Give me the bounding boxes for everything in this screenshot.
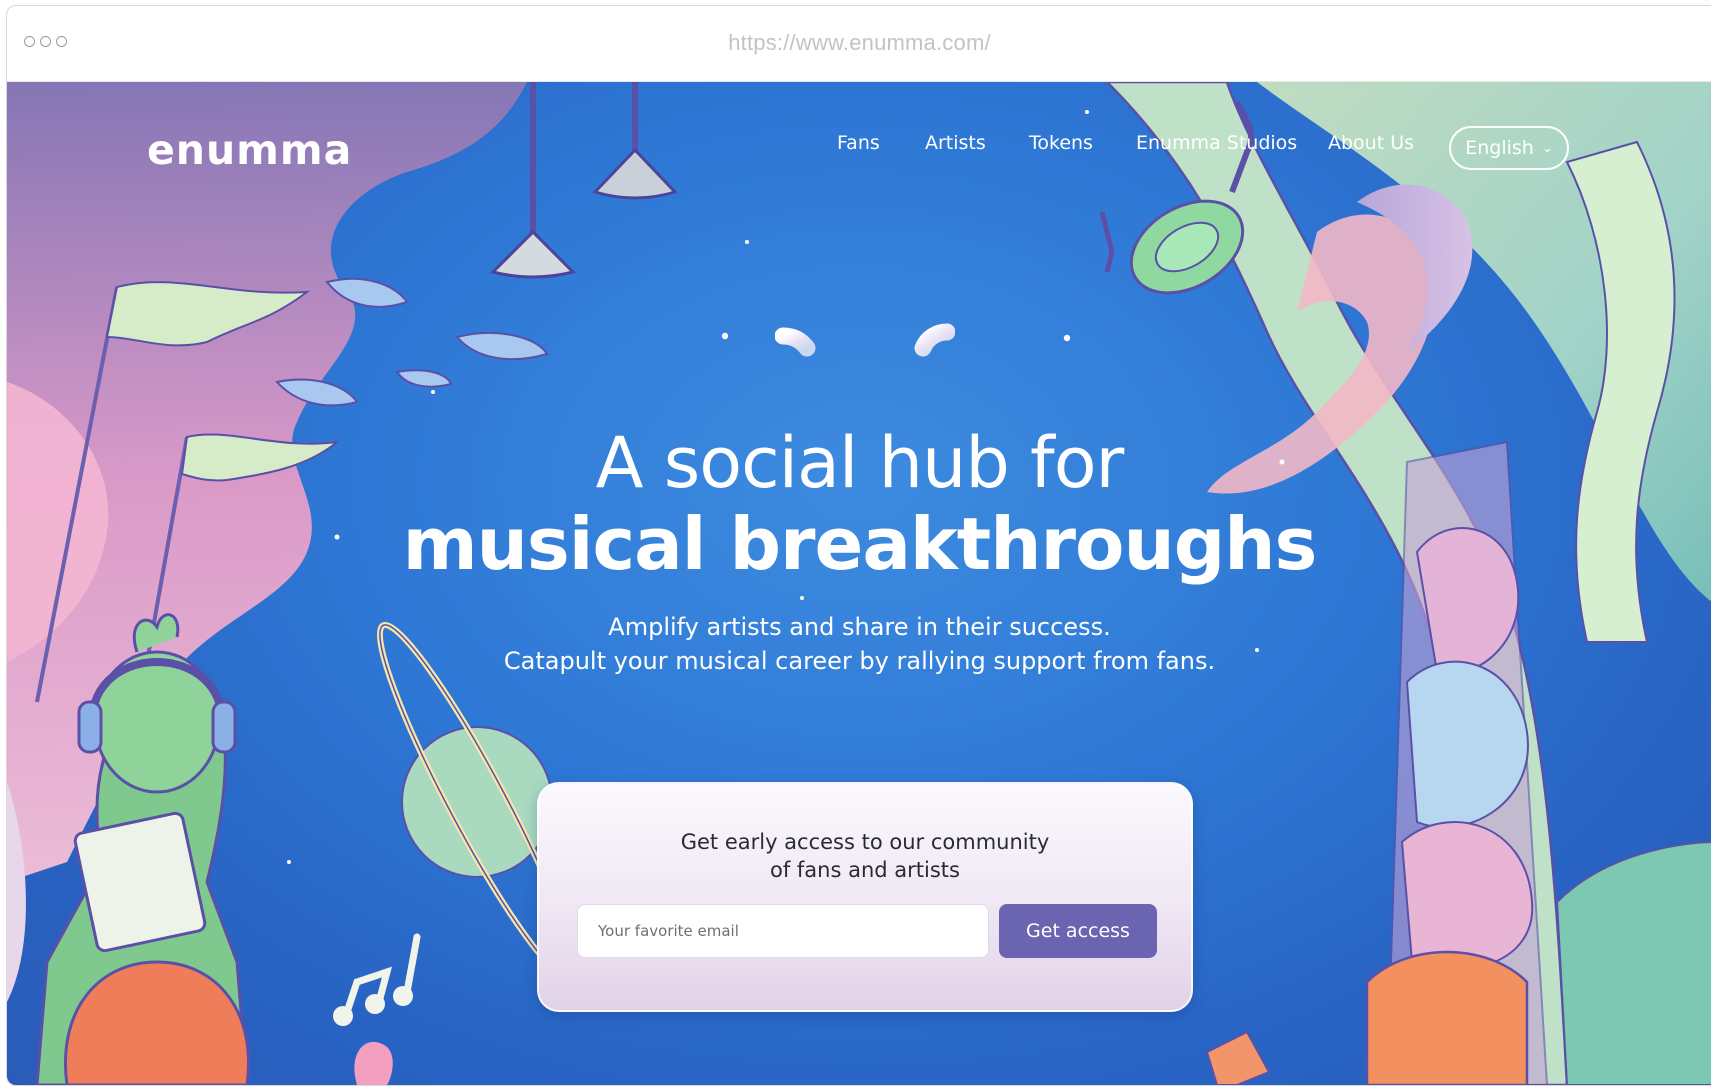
hero-section: enumma Fans Artists Tokens Enumma Studio…	[7, 82, 1711, 1085]
nav-artists[interactable]: Artists	[925, 132, 986, 154]
headline-line2: musical breakthroughs	[402, 502, 1318, 586]
waveform-logo-icon	[775, 297, 955, 399]
signup-card: Get early access to our community of fan…	[537, 782, 1193, 1012]
signup-title-line1: Get early access to our community	[680, 830, 1050, 854]
language-label: English	[1465, 137, 1534, 159]
browser-toolbar: https://www.enumma.com/	[7, 6, 1711, 82]
subheading-line1: Amplify artists and share in their succe…	[608, 613, 1111, 641]
signup-title: Get early access to our community of fan…	[539, 828, 1191, 884]
nav-fans[interactable]: Fans	[837, 132, 880, 154]
headline-line1: A social hub for	[595, 422, 1125, 504]
language-selector[interactable]: English ⌄	[1449, 126, 1569, 170]
subheading-line2: Catapult your musical career by rallying…	[503, 647, 1216, 675]
nav-tokens[interactable]: Tokens	[1029, 132, 1093, 154]
nav-enumma-studios[interactable]: Enumma Studios	[1136, 132, 1297, 154]
signup-title-line2: of fans and artists	[770, 858, 960, 882]
address-bar[interactable]: https://www.enumma.com/	[7, 30, 1711, 56]
get-access-button[interactable]: Get access	[999, 904, 1157, 958]
hero-subheading: Amplify artists and share in their succe…	[7, 610, 1711, 678]
browser-window: https://www.enumma.com/ enumma Fans Arti…	[6, 5, 1711, 1086]
nav-about-us[interactable]: About Us	[1328, 132, 1414, 154]
email-input[interactable]	[577, 904, 989, 958]
chevron-down-icon: ⌄	[1541, 140, 1553, 156]
